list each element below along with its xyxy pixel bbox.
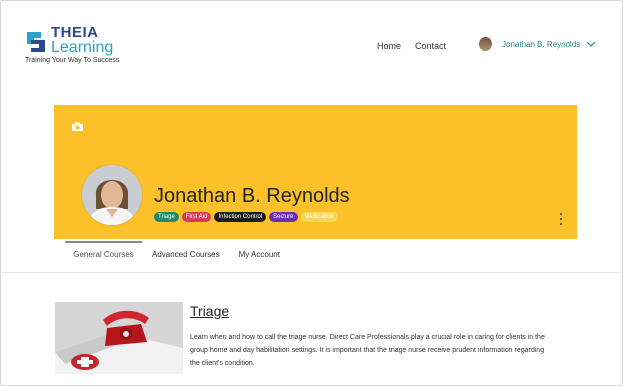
course-tabs: General Courses Advanced Courses My Acco… bbox=[65, 241, 280, 259]
chevron-down-icon bbox=[586, 41, 596, 47]
tag-seizure[interactable]: Seizure bbox=[269, 212, 298, 222]
course-image[interactable] bbox=[55, 302, 183, 374]
nav-home-link[interactable]: Home bbox=[377, 41, 401, 51]
telephone-first-aid-image bbox=[55, 302, 183, 374]
app-window: THEIA Learning Training Your Way To Succ… bbox=[0, 0, 623, 386]
profile-photo-image bbox=[82, 165, 142, 225]
camera-icon[interactable] bbox=[72, 122, 83, 131]
nav-contact-link[interactable]: Contact bbox=[415, 41, 446, 51]
user-menu[interactable]: Jonathan B. Reynolds bbox=[479, 37, 596, 51]
user-menu-name: Jonathan B. Reynolds bbox=[502, 39, 581, 49]
tag-first-aid[interactable]: First Aid bbox=[181, 212, 212, 222]
profile-avatar[interactable] bbox=[81, 164, 143, 226]
profile-banner: Jonathan B. Reynolds Triage First Aid In… bbox=[54, 105, 577, 239]
course-description: Learn when and how to call the triage nu… bbox=[190, 334, 545, 367]
user-avatar bbox=[479, 37, 492, 51]
tagline: Training Your Way To Success bbox=[25, 57, 120, 64]
logo-icon bbox=[27, 31, 45, 52]
tag-medication[interactable]: Medication bbox=[300, 212, 338, 222]
tag-infection-control[interactable]: Infection Control bbox=[214, 212, 267, 222]
tag-triage[interactable]: Triage bbox=[154, 212, 179, 222]
more-options-icon[interactable] bbox=[559, 213, 563, 225]
tab-my-account[interactable]: My Account bbox=[239, 241, 280, 259]
profile-name: Jonathan B. Reynolds bbox=[154, 185, 350, 207]
logo-learning: Learning bbox=[51, 39, 114, 56]
skill-tags: Triage First Aid Infection Control Seizu… bbox=[154, 212, 338, 222]
tab-general-courses[interactable]: General Courses bbox=[65, 241, 142, 259]
tabs-divider bbox=[1, 272, 622, 273]
course-title-link[interactable]: Triage bbox=[190, 303, 229, 319]
tab-advanced-courses[interactable]: Advanced Courses bbox=[152, 241, 220, 259]
logo[interactable]: THEIA Learning bbox=[25, 25, 113, 56]
logo-theia: THEIA bbox=[51, 24, 99, 41]
